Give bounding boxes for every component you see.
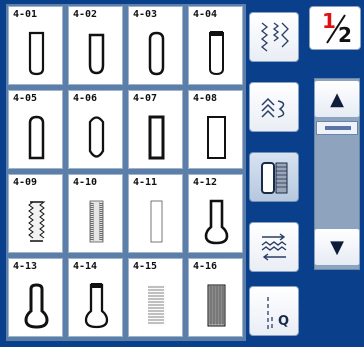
arrow-down-icon: ▼ xyxy=(330,237,344,258)
buttonhole-shape-icon xyxy=(28,31,45,76)
quilt-stitch-icon xyxy=(261,233,287,261)
utility-stitch-icon xyxy=(260,22,289,52)
q-quilt-mode-button[interactable]: Q xyxy=(249,286,299,336)
buttonhole-shape-icon xyxy=(28,201,46,242)
buttonhole-shape-icon xyxy=(84,283,109,329)
buttonhole-shape-icon xyxy=(207,116,226,159)
decorative-mode-button[interactable] xyxy=(249,82,299,132)
buttonhole-shape-icon xyxy=(148,31,165,76)
q-label: Q xyxy=(278,314,290,329)
stitch-tile-4-12[interactable]: 4-12 xyxy=(188,174,243,253)
buttonhole-shape-icon xyxy=(207,284,226,327)
mode-column: Q xyxy=(247,0,303,347)
stitch-tile-4-05[interactable]: 4-05 xyxy=(8,90,63,169)
stitch-tile-4-13[interactable]: 4-13 xyxy=(8,258,63,337)
buttonhole-shape-icon xyxy=(148,115,165,160)
decorative-stitch-icon xyxy=(261,97,285,118)
buttonhole-shape-icon xyxy=(150,200,163,243)
stitch-tile-4-14[interactable]: 4-14 xyxy=(68,258,123,337)
stitch-tile-4-15[interactable]: 4-15 xyxy=(128,258,183,337)
stitch-tile-4-04[interactable]: 4-04 xyxy=(188,6,243,85)
buttonhole-shape-icon xyxy=(209,31,224,76)
stitch-tile-4-16[interactable]: 4-16 xyxy=(188,258,243,337)
buttonhole-shape-icon xyxy=(204,199,229,245)
stitch-tile-4-02[interactable]: 4-02 xyxy=(68,6,123,85)
stitch-tile-4-10[interactable]: 4-10 xyxy=(68,174,123,253)
buttonhole-icon xyxy=(261,162,288,194)
utility-mode-button[interactable] xyxy=(249,12,299,62)
buttonhole-shape-icon xyxy=(28,115,45,160)
total-pages: 2 xyxy=(338,23,352,47)
buttonhole-shape-icon xyxy=(148,285,166,326)
scroll-thumb[interactable] xyxy=(316,121,358,135)
stitch-tile-4-11[interactable]: 4-11 xyxy=(128,174,183,253)
q-quilt-icon xyxy=(267,297,273,329)
buttonhole-grid: 4-01 4-02 4-03 4-04 4-05 4-06 4-07 4-08 4-09 4-10… xyxy=(6,4,246,341)
scroll-down-button[interactable]: ▼ xyxy=(314,228,360,266)
stitch-tile-4-09[interactable]: 4-09 xyxy=(8,174,63,253)
scroll-up-button[interactable]: ▲ xyxy=(314,80,360,118)
arrow-up-icon: ▲ xyxy=(330,89,344,110)
buttonhole-shape-icon xyxy=(88,116,105,158)
buttonhole-shape-icon xyxy=(89,200,104,243)
stitch-tile-4-03[interactable]: 4-03 xyxy=(128,6,183,85)
buttonhole-shape-icon xyxy=(88,33,105,75)
page-indicator: 1 2 xyxy=(309,6,361,50)
quilt-mode-button[interactable] xyxy=(249,222,299,272)
buttonhole-shape-icon xyxy=(24,283,49,329)
stitch-tile-4-01[interactable]: 4-01 xyxy=(8,6,63,85)
stitch-tile-4-06[interactable]: 4-06 xyxy=(68,90,123,169)
stitch-tile-4-07[interactable]: 4-07 xyxy=(128,90,183,169)
buttonhole-mode-button[interactable] xyxy=(249,152,299,202)
stitch-tile-4-08[interactable]: 4-08 xyxy=(188,90,243,169)
